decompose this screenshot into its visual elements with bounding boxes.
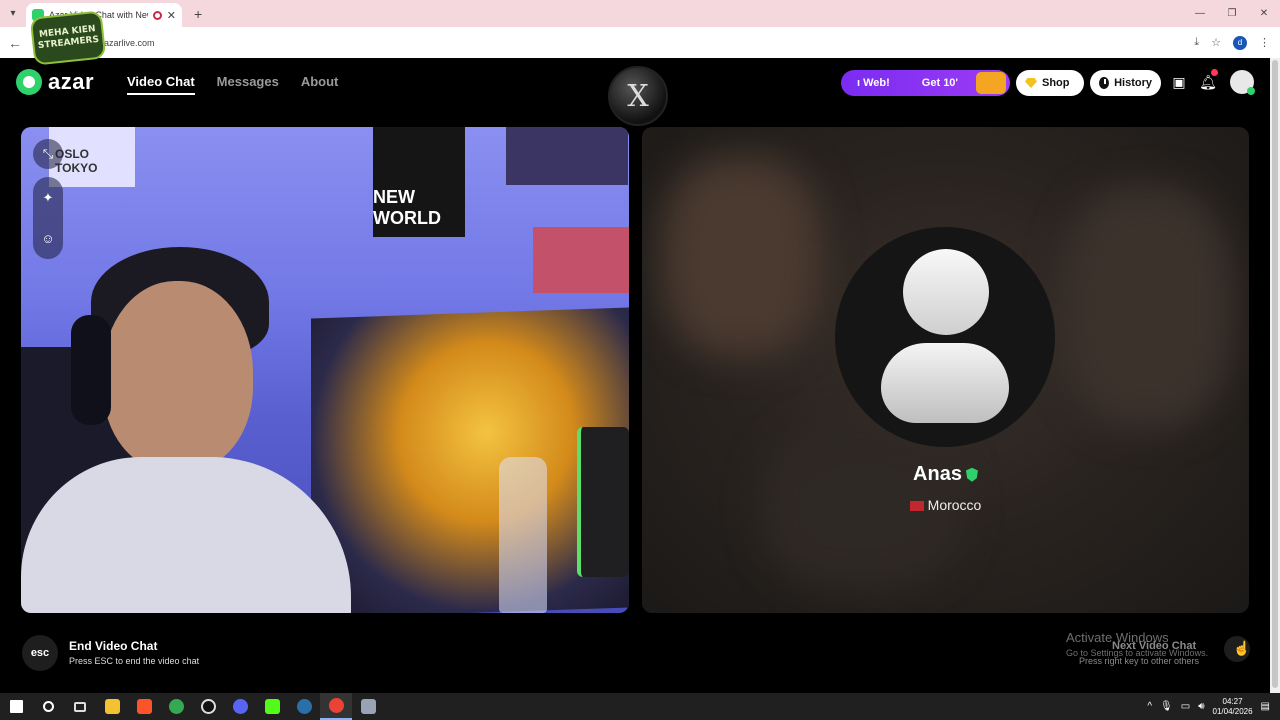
video-tools: ⤡ ✦ ☺	[33, 139, 63, 259]
system-tray: ^ 🎙︎ ▭ 🔊︎ 04:27 01/04/2026 ▤	[1147, 693, 1270, 720]
clock-icon	[1099, 77, 1110, 89]
wall-poster-2	[506, 127, 628, 185]
face-filter-icon[interactable]: ☺	[41, 231, 54, 246]
center-x-logo: X	[608, 66, 668, 126]
bookmark-star-icon[interactable]: ☆	[1211, 36, 1221, 49]
install-app-icon[interactable]: ⤓	[1194, 36, 1199, 49]
brave-browser-icon[interactable]	[128, 693, 160, 720]
task-view-icon[interactable]	[64, 693, 96, 720]
chrome-active-icon[interactable]	[320, 693, 352, 720]
windows-start-icon[interactable]	[0, 693, 32, 720]
azar-logo-text: azar	[48, 69, 95, 94]
browser-tab-bar: ▾ Azar Video Chat with New ✕ + — ❐ ✕	[0, 0, 1280, 27]
close-window-icon[interactable]: ✕	[1248, 0, 1280, 27]
minimize-icon[interactable]: —	[1184, 0, 1216, 27]
history-label: History	[1114, 77, 1152, 89]
nav-about[interactable]: About	[301, 74, 339, 95]
next-chat-title: Next Video Chat	[1112, 640, 1197, 652]
steam-icon[interactable]	[288, 693, 320, 720]
inbox-icon[interactable]: ▣	[1169, 72, 1189, 92]
end-chat-title: End Video Chat	[69, 639, 158, 653]
gift-box-icon	[976, 72, 1006, 94]
shop-button[interactable]: Shop	[1016, 70, 1084, 96]
magic-wand-icon[interactable]: ✦	[43, 190, 54, 206]
peer-name: Anas	[913, 463, 962, 485]
discord-icon[interactable]	[224, 693, 256, 720]
more-menu-icon[interactable]: ⋮	[1259, 36, 1270, 49]
promo-banner[interactable]: ı Web! Get 10'	[841, 70, 1010, 96]
profile-avatar[interactable]: d	[1233, 35, 1247, 50]
promo-text-left: ı Web!	[857, 77, 890, 89]
avatar-body	[881, 343, 1009, 423]
rgb-lamp	[577, 427, 629, 577]
scrollbar-thumb[interactable]	[1272, 60, 1278, 688]
self-video-panel: OSLO TOKYO NEW WORLD ⤡ ✦ ☺	[21, 127, 629, 613]
url-field[interactable]: azarlive.com	[104, 38, 155, 48]
window-controls: — ❐ ✕	[1184, 0, 1280, 27]
user-avatar[interactable]	[1230, 70, 1255, 95]
tray-arrow-icon[interactable]: ^	[1147, 701, 1152, 712]
person-face	[103, 281, 253, 471]
person-hoodie	[21, 457, 351, 613]
minimize-video-icon[interactable]: ⤡	[33, 139, 63, 169]
nav-video-chat[interactable]: Video Chat	[127, 74, 195, 95]
peer-video-panel: Anas Morocco	[642, 127, 1249, 613]
peer-country-line: Morocco	[642, 497, 1249, 513]
peer-name-line: Anas	[642, 463, 1249, 486]
morocco-flag-icon	[909, 501, 924, 512]
file-explorer-icon[interactable]	[96, 693, 128, 720]
restore-icon[interactable]: ❐	[1216, 0, 1248, 27]
network-icon[interactable]: ▭	[1181, 701, 1190, 712]
search-icon[interactable]	[32, 693, 64, 720]
taskbar-time: 04:27	[1222, 696, 1243, 706]
kick-app-icon[interactable]	[256, 693, 288, 720]
chrome-icon[interactable]	[160, 693, 192, 720]
new-tab-icon[interactable]: +	[194, 6, 202, 22]
avatar-head	[903, 249, 989, 335]
taskbar-clock[interactable]: 04:27 01/04/2026	[1213, 697, 1253, 717]
mouse-cursor-icon: ☝	[1233, 640, 1251, 656]
obs-icon[interactable]	[192, 693, 224, 720]
wall-poster-3	[533, 227, 629, 293]
shop-label: Shop	[1042, 77, 1070, 89]
azar-app: azar Video Chat Messages About X ı Web! …	[0, 58, 1270, 693]
notification-badge	[1211, 69, 1218, 76]
gem-icon	[1025, 78, 1037, 88]
headset	[71, 315, 111, 425]
peer-avatar	[835, 227, 1055, 447]
windows-taskbar: ^ 🎙︎ ▭ 🔊︎ 04:27 01/04/2026 ▤	[0, 693, 1280, 720]
end-chat-hint: Press ESC to end the video chat	[69, 656, 200, 666]
back-arrow-icon[interactable]: ←	[0, 35, 30, 51]
recording-icon	[152, 10, 162, 20]
azar-logo-icon	[16, 69, 42, 95]
blur-shape	[662, 157, 822, 357]
tab-close-icon[interactable]: ✕	[167, 9, 176, 22]
tab-search-icon[interactable]: ▾	[0, 0, 26, 27]
volume-icon[interactable]: 🔊︎	[1198, 701, 1204, 712]
blur-shape	[1062, 187, 1232, 427]
nav-messages[interactable]: Messages	[217, 74, 279, 95]
effects-group: ✦ ☺	[33, 177, 63, 259]
next-chat-hint: Press right key to other others	[1079, 656, 1200, 666]
promo-text-right: Get 10'	[921, 77, 959, 89]
address-bar-actions: ⤓ ☆ d ⋮	[1194, 27, 1270, 58]
end-chat-button[interactable]: esc	[22, 635, 58, 671]
address-bar: ← azarlive.com ⤓ ☆ d ⋮	[0, 27, 1280, 58]
app-window-icon[interactable]	[352, 693, 384, 720]
verified-shield-icon	[965, 467, 978, 482]
wall-poster: NEW WORLD	[373, 127, 465, 237]
main-nav: Video Chat Messages About	[127, 74, 338, 95]
peer-country: Morocco	[927, 497, 982, 513]
streamer-overlay-logo: MEHA KIEN STREAMERS	[29, 10, 107, 66]
history-button[interactable]: History	[1090, 70, 1161, 96]
taskbar-date: 01/04/2026	[1212, 706, 1253, 716]
overlay-logo-text: MEHA KIEN STREAMERS	[37, 24, 100, 52]
azar-logo[interactable]: azar	[16, 69, 94, 95]
water-bottle	[499, 457, 547, 613]
microphone-icon[interactable]: 🎙︎	[1160, 701, 1173, 712]
notification-center-icon[interactable]: ▤	[1261, 701, 1270, 712]
